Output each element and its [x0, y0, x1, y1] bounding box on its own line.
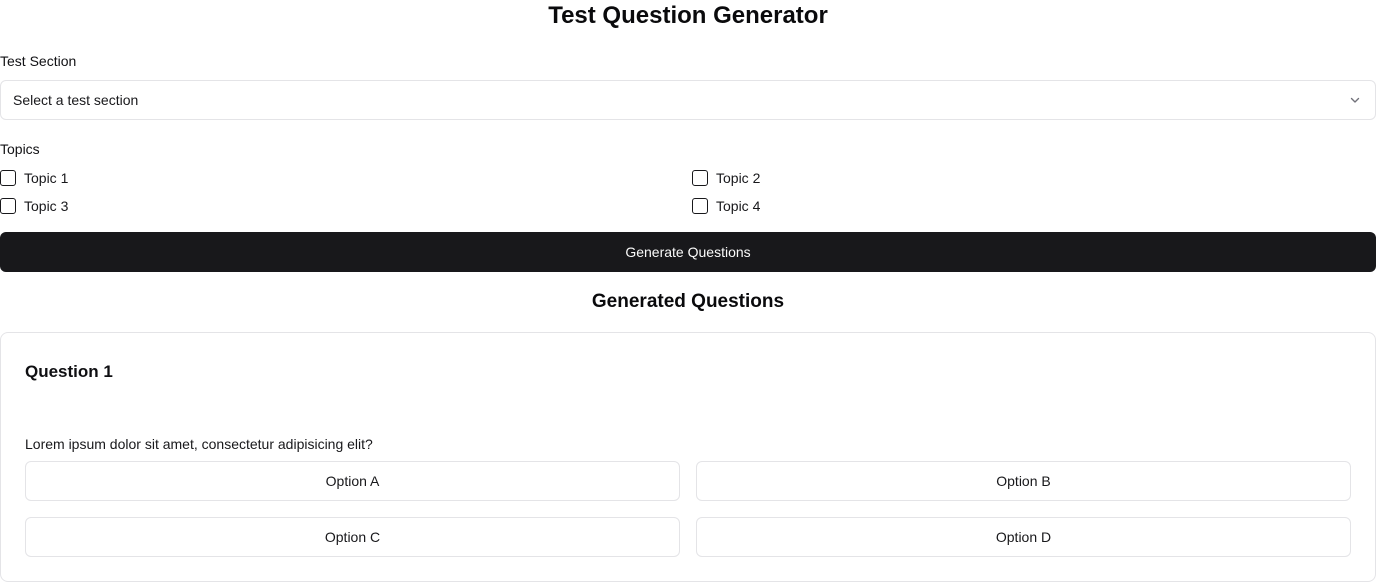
topic-4-option[interactable]: Topic 4	[692, 196, 760, 216]
chevron-down-icon	[1350, 97, 1360, 103]
test-section-label: Test Section	[0, 53, 77, 69]
generated-questions-title: Generated Questions	[591, 291, 785, 312]
test-question-generator-page: Test Question Generator Test Section Sel…	[0, 0, 1376, 582]
topics-label: Topics	[0, 141, 40, 157]
question-card: Question 1 Lorem ipsum dolor sit amet, c…	[0, 332, 1376, 582]
topic-1-option[interactable]: Topic 1	[0, 168, 68, 188]
topic-3-option[interactable]: Topic 3	[0, 196, 68, 216]
option-c-button[interactable]: Option C	[25, 517, 680, 557]
test-section-select[interactable]: Select a test section	[0, 80, 1376, 120]
question-text: Lorem ipsum dolor sit amet, consectetur …	[25, 436, 373, 452]
question-title: Question 1	[25, 362, 113, 381]
topic-2-option[interactable]: Topic 2	[692, 168, 760, 188]
generate-questions-button[interactable]: Generate Questions	[0, 232, 1376, 272]
topic-4-label: Topic 4	[716, 198, 761, 214]
topic-1-checkbox[interactable]	[0, 170, 16, 186]
option-b-button[interactable]: Option B	[696, 461, 1351, 501]
topic-2-label: Topic 2	[716, 170, 761, 186]
option-d-button[interactable]: Option D	[696, 517, 1351, 557]
topic-3-label: Topic 3	[24, 198, 69, 214]
topic-1-label: Topic 1	[24, 170, 69, 186]
option-a-button[interactable]: Option A	[25, 461, 680, 501]
topic-4-checkbox[interactable]	[692, 198, 708, 214]
topic-2-checkbox[interactable]	[692, 170, 708, 186]
test-section-select-value: Select a test section	[13, 92, 139, 108]
page-title: Test Question Generator	[548, 2, 828, 29]
topic-3-checkbox[interactable]	[0, 198, 16, 214]
